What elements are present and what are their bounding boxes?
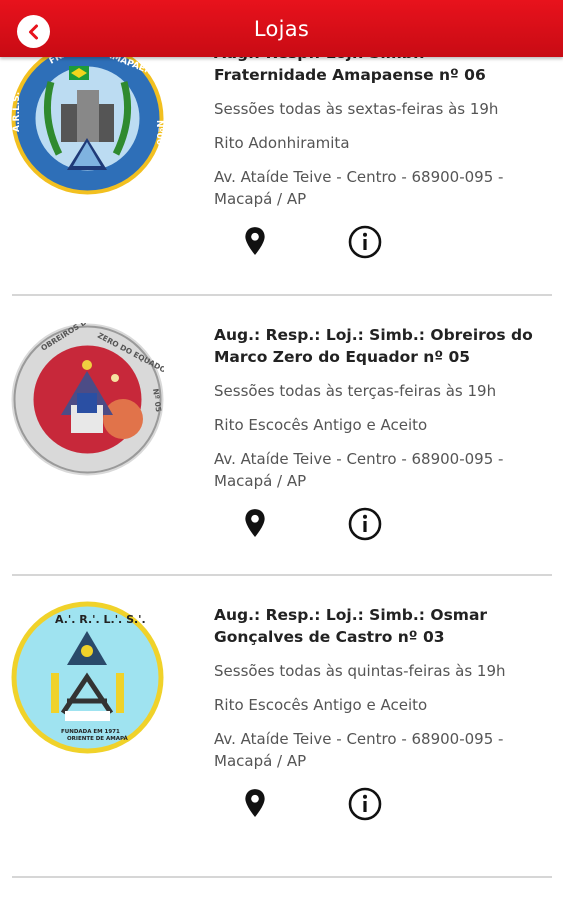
map-pin-icon[interactable]: [242, 508, 268, 538]
lodge-sessions: Sessões todas às terças-feiras às 19h: [214, 382, 497, 400]
lodge-address: Av. Ataíde Teive - Centro - 68900-095 - …: [214, 168, 504, 208]
lodge-info: Aug.: Resp.: Loj.: Simb.: Fraternidade A…: [214, 42, 534, 262]
lodge-rite: Rito Escocês Antigo e Aceito: [214, 696, 428, 714]
svg-text:ORIENTE DE AMAPÁ: ORIENTE DE AMAPÁ: [67, 735, 128, 742]
back-button[interactable]: [17, 15, 50, 48]
lodge-title: Aug.: Resp.: Loj.: Simb.: Obreiros do Ma…: [214, 326, 533, 366]
info-icon[interactable]: [348, 225, 382, 259]
divider: [12, 876, 552, 878]
lodge-sessions: Sessões todas às quintas-feiras às 19h: [214, 662, 506, 680]
lodge-logo: OBREIROS DO MARCO ZERO DO EQUADOR Nº 05: [11, 296, 173, 476]
lodge-rite: Rito Escocês Antigo e Aceito: [214, 416, 428, 434]
info-icon[interactable]: [348, 787, 382, 821]
svg-text:Nº06: Nº06: [154, 120, 164, 145]
lodge-logo: A.'. R.'. L.'. S.'. FUNDADA EM 1971 ORIE…: [11, 601, 164, 754]
app-header: Lojas: [0, 0, 563, 57]
map-pin-icon[interactable]: [242, 226, 268, 256]
info-icon[interactable]: [348, 507, 382, 541]
divider: [12, 574, 552, 576]
lodge-logo: FRATER AMAPAENSE A.R.L.S. Nº06: [11, 40, 165, 195]
logo-text: A.'. R.'. L.'. S.'.: [55, 613, 146, 626]
map-pin-icon[interactable]: [242, 788, 268, 818]
page-title: Lojas: [253, 16, 310, 41]
lodge-info: Aug.: Resp.: Loj.: Simb.: Obreiros do Ma…: [214, 324, 534, 544]
lodge-rite: Rito Adonhiramita: [214, 134, 350, 152]
lodge-address: Av. Ataíde Teive - Centro - 68900-095 - …: [214, 730, 504, 770]
arrow-left-icon: [28, 24, 38, 39]
svg-text:FUNDADA EM 1971: FUNDADA EM 1971: [61, 729, 120, 735]
lodge-address: Av. Ataíde Teive - Centro - 68900-095 - …: [214, 450, 504, 490]
divider: [12, 294, 552, 296]
svg-text:A.R.L.S.: A.R.L.S.: [12, 92, 22, 132]
lodge-sessions: Sessões todas às sextas-feiras às 19h: [214, 100, 499, 118]
lodge-list[interactable]: FRATER AMAPAENSE A.R.L.S. Nº06 Aug.: Res…: [0, 0, 563, 900]
lodge-title: Aug.: Resp.: Loj.: Simb.: Osmar Gonçalve…: [214, 606, 488, 646]
lodge-info: Aug.: Resp.: Loj.: Simb.: Osmar Gonçalve…: [214, 604, 534, 824]
